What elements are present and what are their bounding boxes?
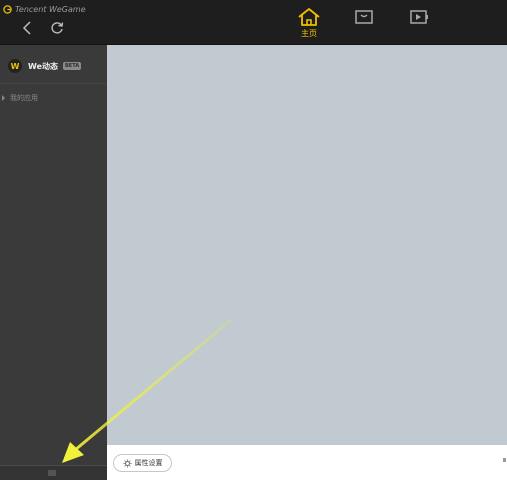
tab-store[interactable] [349,7,379,41]
store-icon [355,10,373,24]
refresh-button[interactable] [48,19,66,37]
top-bar: Tencent WeGame 主页 [0,0,507,45]
my-apps-label: 我的应用 [10,94,38,102]
main-content-area [107,45,507,445]
sidebar-divider [0,83,107,84]
back-arrow-icon [22,21,31,35]
home-icon [298,8,320,26]
left-sidebar: W We动态 BETA 我的应用 [0,45,107,480]
tab-home-label: 主页 [301,29,317,38]
we-dynamic-item[interactable]: W We动态 BETA [0,55,107,77]
my-apps-toggle[interactable]: 我的应用 [2,91,38,105]
menu-handle-icon[interactable] [47,469,57,477]
bottom-bar: 属性设置 [107,445,507,480]
we-dynamic-title: We动态 [28,61,58,71]
sidebar-footer [0,465,107,480]
wegame-logo-icon [3,4,12,14]
properties-settings-button[interactable]: 属性设置 [113,454,172,472]
we-logo-icon: W [8,59,22,73]
app-brand: Tencent WeGame [3,3,86,15]
expand-arrow-icon [2,95,5,101]
app-brand-text: Tencent WeGame [15,4,86,14]
scroll-edge-marker [503,458,506,462]
back-button[interactable] [18,19,36,37]
beta-badge: BETA [62,62,82,70]
tab-video[interactable] [404,7,434,41]
refresh-icon [51,22,64,34]
tab-home[interactable]: 主页 [294,7,324,41]
properties-settings-label: 属性设置 [134,459,163,467]
gear-icon [122,458,132,468]
video-icon [410,10,428,24]
